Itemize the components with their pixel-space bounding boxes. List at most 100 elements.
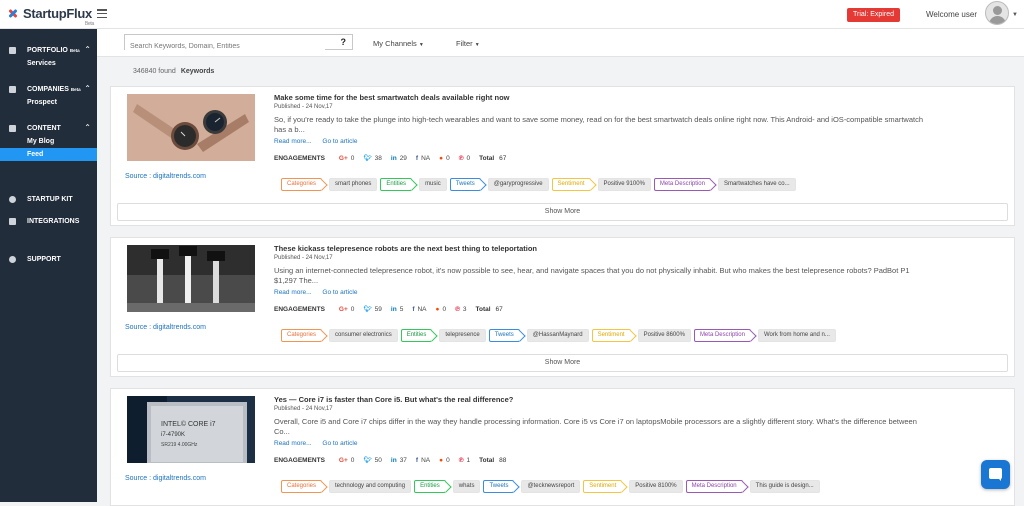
caret-down-icon: ▼: [474, 42, 480, 48]
google-plus-icon: G+: [338, 456, 348, 464]
read-more-link[interactable]: Read more...: [274, 440, 312, 447]
twitter-count: 🐦︎ 59: [363, 305, 382, 314]
total-label: Total: [479, 154, 495, 162]
category-tag[interactable]: smart phones: [329, 178, 378, 191]
sidebar-item-label: CONTENT: [27, 124, 61, 132]
category-tag[interactable]: consumer electronics: [329, 329, 398, 342]
sidebar-item-services[interactable]: Services: [0, 57, 97, 70]
logo-beta-badge: Beta: [84, 21, 94, 27]
category-tag[interactable]: technology and computing: [329, 480, 412, 493]
facebook-count: f NA: [415, 456, 431, 464]
total-count: 88: [499, 456, 507, 464]
entity-tag[interactable]: whats: [452, 480, 481, 493]
plug-icon: [9, 217, 16, 225]
sidebar-item-integrations[interactable]: INTEGRATIONS: [0, 214, 97, 228]
sidebar-item-feed[interactable]: Feed: [0, 148, 97, 161]
article-source[interactable]: Source : digitaltrends.com: [125, 324, 206, 331]
meta-description-label: Meta Description: [693, 329, 751, 342]
results-mode: Keywords: [180, 68, 215, 75]
chevron-up-icon[interactable]: ⌃: [84, 123, 91, 132]
show-more-button[interactable]: Show More: [117, 354, 1008, 372]
chevron-up-icon[interactable]: ⌃: [84, 84, 91, 93]
linkedin-count: in 37: [390, 456, 407, 464]
sentiment-label: Sentiment: [583, 480, 623, 493]
beta-badge: Beta: [70, 86, 81, 92]
article-title[interactable]: Yes — Core i7 is faster than Core i5. Bu…: [274, 395, 513, 404]
entities-label: Entities: [400, 329, 433, 342]
my-channels-dropdown[interactable]: My Channels ▼: [373, 39, 424, 48]
user-menu-caret-icon[interactable]: ▼: [1012, 12, 1018, 18]
sidebar-item-prospect[interactable]: Prospect: [0, 96, 97, 109]
sidebar-item-portfolio[interactable]: PORTFOLIO Beta ⌃: [0, 43, 97, 57]
chat-button[interactable]: [981, 460, 1010, 489]
categories-label: Categories: [281, 178, 323, 191]
facebook-icon: f: [412, 305, 415, 313]
meta-description-label: Meta Description: [685, 480, 743, 493]
kit-icon: [9, 195, 16, 203]
go-to-article-link[interactable]: Go to article: [322, 289, 357, 296]
support-icon: [9, 255, 16, 263]
sidebar-item-content[interactable]: CONTENT ⌃: [0, 121, 97, 135]
entity-tag[interactable]: telepresence: [439, 329, 486, 342]
sidebar-item-my-blog[interactable]: My Blog: [0, 135, 97, 148]
sidebar-item-label: STARTUP KIT: [27, 195, 73, 203]
twitter-icon: 🐦︎: [363, 306, 372, 313]
entity-tag[interactable]: music: [419, 178, 447, 191]
twitter-icon: 🐦︎: [363, 457, 372, 464]
article-title[interactable]: Make some time for the best smartwatch d…: [274, 93, 510, 102]
sidebar-group-content: CONTENT ⌃ My Blog Feed: [0, 121, 97, 161]
engagements-label: ENGAGEMENTS: [274, 305, 325, 313]
pinterest-count: ℗ 3: [455, 305, 467, 313]
sidebar-item-support[interactable]: SUPPORT: [0, 252, 97, 266]
article-thumbnail[interactable]: [127, 245, 255, 312]
engagements-row: ENGAGEMENTS G+ 0 🐦︎ 50 in 37 f NA ● 0 ℗ 1 Tota…: [274, 456, 507, 465]
search-help-icon[interactable]: ?: [341, 37, 347, 47]
google-plus-icon: G+: [338, 154, 348, 162]
dropdown-label: Filter: [456, 39, 473, 48]
show-more-button[interactable]: Show More: [117, 203, 1008, 221]
article-source[interactable]: Source : digitaltrends.com: [125, 475, 206, 482]
search-input[interactable]: [125, 39, 325, 54]
trial-expired-badge[interactable]: Trial: Expired: [847, 8, 900, 22]
go-to-article-link[interactable]: Go to article: [322, 440, 357, 447]
tweet-tag[interactable]: @tecknewsreport: [521, 480, 581, 493]
article-source[interactable]: Source : digitaltrends.com: [125, 173, 206, 180]
sidebar-item-startup-kit[interactable]: STARTUP KIT: [0, 192, 97, 206]
meta-description-tag[interactable]: Work from home and n...: [757, 329, 836, 342]
reddit-count: ● 0: [435, 305, 447, 313]
filter-dropdown[interactable]: Filter ▼: [456, 39, 480, 48]
entities-label: Entities: [414, 480, 446, 493]
building-icon: [9, 85, 16, 93]
briefcase-icon: [9, 46, 16, 54]
pinterest-count: ℗ 0: [458, 154, 471, 162]
caret-down-icon: ▼: [418, 42, 424, 48]
sidebar-item-label: COMPANIES: [27, 85, 69, 93]
article-thumbnail[interactable]: INTEL© CORE i7 i7-4790K SR219 4.00GHz: [127, 396, 255, 463]
read-more-link[interactable]: Read more...: [274, 289, 312, 296]
tweet-tag[interactable]: @garyprogressive: [487, 178, 549, 191]
user-avatar[interactable]: [985, 1, 1009, 25]
reddit-icon: ●: [439, 456, 444, 464]
meta-description-tag[interactable]: This guide is design...: [749, 480, 820, 493]
sidebar-item-label: PORTFOLIO: [27, 46, 68, 54]
sidebar-group-portfolio: PORTFOLIO Beta ⌃ Services: [0, 43, 97, 70]
hamburger-menu-icon[interactable]: [97, 9, 107, 18]
article-thumbnail[interactable]: [127, 94, 255, 161]
sidebar-item-companies[interactable]: COMPANIES Beta ⌃: [0, 82, 97, 96]
chevron-up-icon[interactable]: ⌃: [84, 45, 91, 54]
sidebar: PORTFOLIO Beta ⌃ Services COMPANIES Beta…: [0, 29, 97, 502]
engagements-label: ENGAGEMENTS: [274, 154, 325, 162]
article-card: INTEL© CORE i7 i7-4790K SR219 4.00GHz So…: [110, 388, 1015, 506]
meta-description-tag[interactable]: Smartwatches have co...: [717, 178, 796, 191]
article-title[interactable]: These kickass telepresence robots are th…: [274, 244, 537, 253]
app-logo[interactable]: StartupFlux Beta: [6, 6, 94, 27]
reddit-count: ● 0: [439, 154, 450, 162]
sidebar-item-label: SUPPORT: [27, 255, 61, 263]
go-to-article-link[interactable]: Go to article: [322, 138, 357, 145]
filter-bar: ? My Channels ▼ Filter ▼: [97, 29, 1024, 57]
sidebar-item-label: INTEGRATIONS: [27, 217, 80, 225]
sidebar-group-startup-kit: STARTUP KIT: [0, 192, 97, 206]
read-more-link[interactable]: Read more...: [274, 138, 312, 145]
tweet-tag[interactable]: @HassanMaynard: [526, 329, 589, 342]
pinterest-count: ℗ 1: [458, 456, 471, 464]
